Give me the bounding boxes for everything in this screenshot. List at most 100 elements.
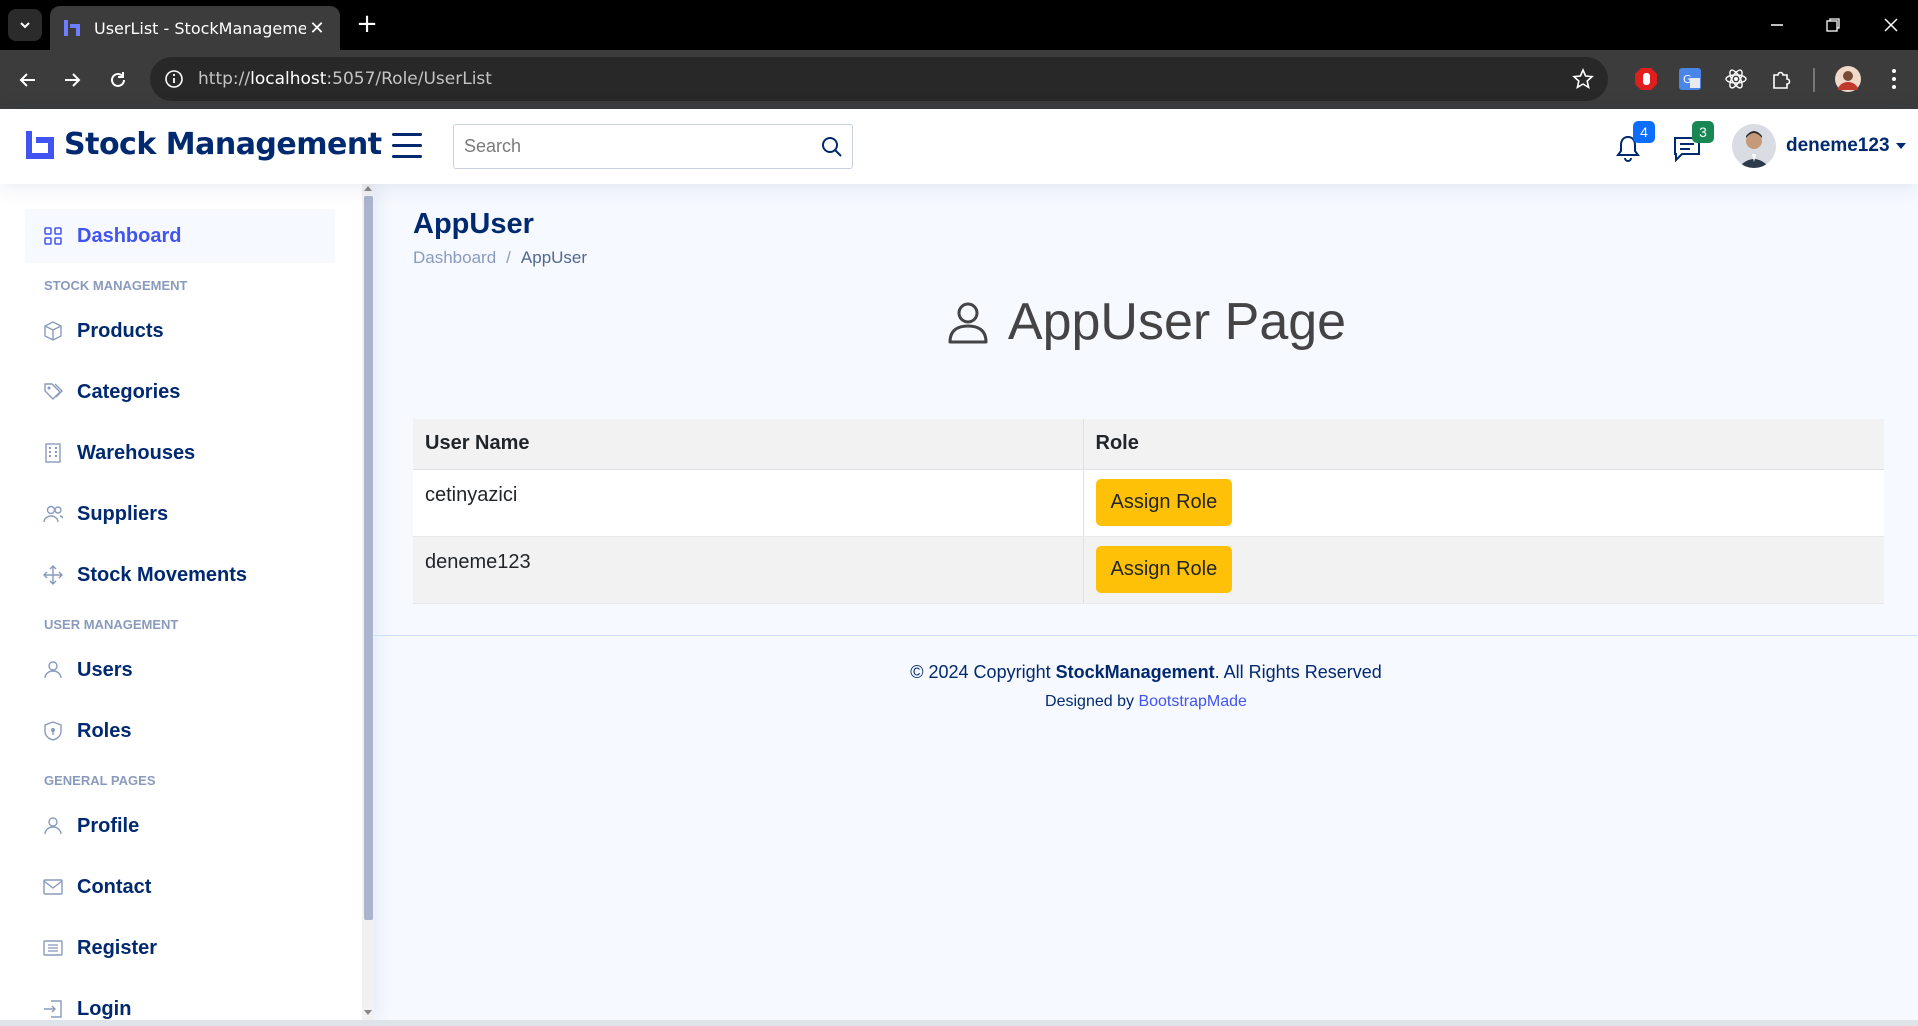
adblock-extension-icon[interactable] [1632,65,1660,93]
column-header-role: Role [1082,419,1884,470]
sidebar-item-label: Dashboard [77,224,182,247]
forward-button[interactable] [56,64,88,96]
person-icon [948,302,988,344]
tags-icon [43,382,63,402]
grid-icon [43,226,63,246]
main-content: AppUser Dashboard / AppUser AppUser Page… [374,184,1918,1020]
translate-extension-icon[interactable]: G [1676,65,1704,93]
sidebar-item-register[interactable]: Register [25,921,335,975]
page-title: AppUser [413,208,534,240]
browser-toolbar: http://localhost:5057/Role/UserList G [0,50,1918,109]
bookmark-star-icon[interactable] [1572,68,1594,90]
tab-title: UserList - StockManagement [94,18,306,38]
sidebar-heading-stock: STOCK MANAGEMENT [44,278,188,293]
shield-lock-icon [43,721,63,741]
new-tab-button[interactable]: + [352,10,382,40]
address-bar[interactable]: http://localhost:5057/Role/UserList [150,57,1608,101]
toolbar-divider [1813,68,1815,92]
sidebar-item-label: Profile [77,814,140,837]
sidebar-item-label: Suppliers [77,502,169,525]
url-text: http://localhost:5057/Role/UserList [198,69,492,89]
sidebar-item-profile[interactable]: Profile [25,799,335,853]
react-devtools-icon[interactable] [1722,65,1750,93]
sidebar-item-contact[interactable]: Contact [25,860,335,914]
person-icon [43,816,63,836]
envelope-icon [43,877,63,897]
sidebar-item-label: Contact [77,875,152,898]
arrows-move-icon [43,565,63,585]
messages-button[interactable]: 3 [1670,121,1714,165]
users-table: User Name Role cetinyazici Assign Role d… [413,419,1884,604]
page-heading: AppUser Page [374,292,1918,352]
search-button[interactable] [812,127,852,167]
restore-window-icon[interactable] [1818,10,1848,40]
notifications-button[interactable]: 4 [1611,121,1655,165]
caret-down-icon [1895,142,1906,149]
back-button[interactable] [12,64,44,96]
sidebar-item-products[interactable]: Products [25,304,335,358]
breadcrumb-dashboard-link[interactable]: Dashboard [413,248,496,268]
sidebar-scrollbar-thumb[interactable] [364,196,373,920]
column-header-username: User Name [413,419,1083,470]
arrow-right-icon [65,73,81,87]
site-info-icon[interactable] [164,69,184,89]
search-icon [822,136,842,157]
window-bottom-edge [0,1020,1918,1026]
copyright-text: © 2024 Copyright StockManagement. All Ri… [910,662,1382,682]
logo-text: Stock Management [64,127,382,162]
card-list-icon [43,938,63,958]
scroll-down-icon[interactable] [364,1010,372,1015]
footer: © 2024 Copyright StockManagement. All Ri… [374,635,1918,711]
tab-search-button[interactable] [8,9,42,41]
sidebar-item-warehouses[interactable]: Warehouses [25,426,335,480]
sidebar-item-label: Users [77,658,133,681]
reload-button[interactable] [102,64,134,96]
assign-role-button[interactable]: Assign Role [1095,546,1233,593]
app-logo[interactable]: Stock Management [24,127,382,162]
close-tab-icon[interactable]: ✕ [306,18,328,39]
scroll-up-icon[interactable] [364,186,372,191]
sidebar-heading-general: GENERAL PAGES [44,773,156,788]
chevron-down-icon [20,22,30,29]
browser-tab-active[interactable]: UserList - StockManagement ✕ [50,6,340,50]
close-window-icon[interactable] [1876,10,1906,40]
breadcrumb: Dashboard / AppUser [413,248,587,268]
browser-tabbar: UserList - StockManagement ✕ + [0,0,1918,50]
extensions-puzzle-icon[interactable] [1768,65,1796,93]
sidebar-item-roles[interactable]: Roles [25,704,335,758]
sidebar-item-categories[interactable]: Categories [25,365,335,419]
breadcrumb-separator: / [506,248,511,267]
toggle-sidebar-icon[interactable] [392,133,422,161]
sidebar-item-suppliers[interactable]: Suppliers [25,487,335,541]
profile-dropdown[interactable]: deneme123 [1786,135,1906,157]
sidebar-item-label: Register [77,936,158,959]
sidebar: Dashboard STOCK MANAGEMENT Products Cate… [0,184,374,1020]
bootstrapmade-link[interactable]: BootstrapMade [1138,693,1247,710]
logo-icon [26,130,54,159]
app-header: Stock Management 4 3 deneme123 [0,109,1918,184]
avatar[interactable] [1732,124,1776,168]
browser-menu-icon[interactable] [1880,65,1908,93]
sidebar-item-label: Stock Movements [77,563,248,586]
sidebar-item-label: Warehouses [77,441,196,464]
table-header-row: User Name Role [413,419,1884,470]
browser-profile-avatar[interactable] [1834,65,1862,93]
sidebar-item-label: Categories [77,380,181,403]
sidebar-item-label: Products [77,319,164,342]
person-icon [43,660,63,680]
box-arrow-in-icon [43,999,63,1019]
role-cell: Assign Role [1082,536,1884,604]
table-row: cetinyazici Assign Role [413,469,1884,537]
arrow-left-icon [19,73,35,87]
username-cell: cetinyazici [413,469,1083,537]
page-heading-text: AppUser Page [1007,293,1347,351]
minimize-window-icon[interactable] [1762,10,1792,40]
building-icon [43,443,63,463]
sidebar-item-stock-movements[interactable]: Stock Movements [25,548,335,602]
assign-role-button[interactable]: Assign Role [1095,479,1233,526]
people-icon [43,504,63,524]
sidebar-item-dashboard[interactable]: Dashboard [25,209,335,263]
sidebar-item-users[interactable]: Users [25,643,335,697]
sidebar-item-login[interactable]: Login [25,982,335,1020]
search-input[interactable] [454,125,812,168]
